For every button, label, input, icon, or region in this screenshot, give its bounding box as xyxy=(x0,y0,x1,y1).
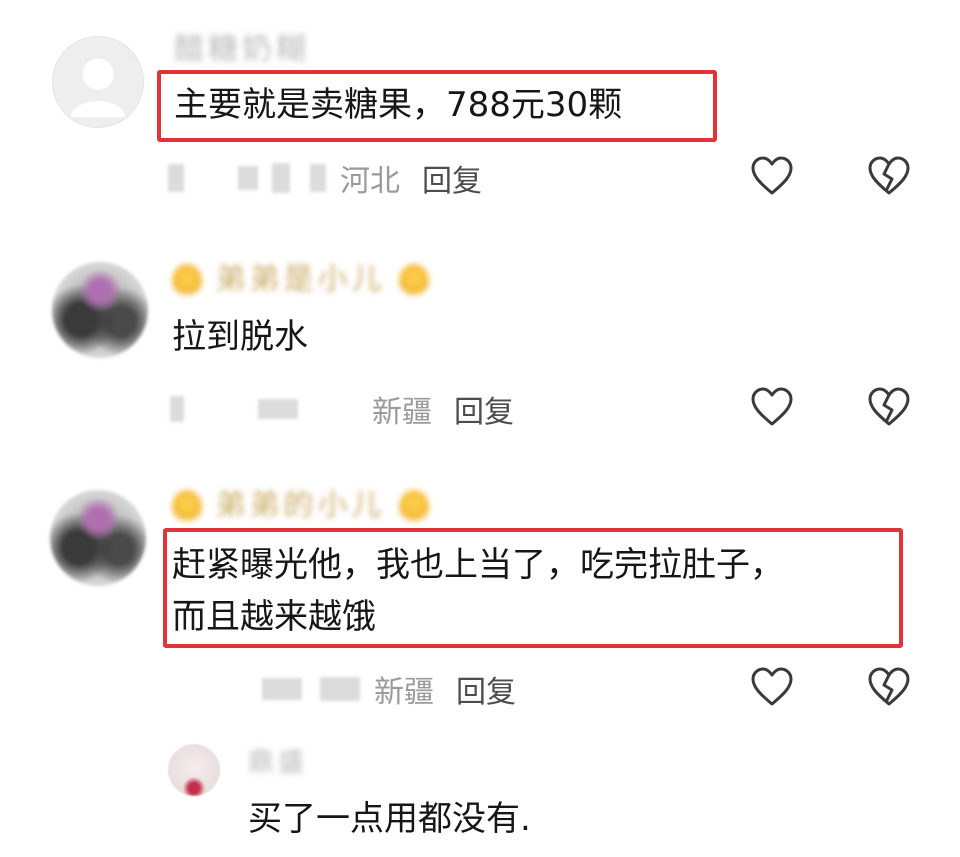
emoji-icon xyxy=(172,263,202,298)
blurred-timestamp xyxy=(310,164,326,192)
reply-button[interactable]: 回复 xyxy=(456,667,516,711)
blurred-timestamp xyxy=(258,399,298,419)
comment-item-3: 弟弟的小儿 赶紧曝光他，我也上当了，吃完拉肚子， 而且越来越饿 新疆 回复 xyxy=(0,470,960,730)
heart-outline-icon[interactable] xyxy=(750,666,794,710)
blurred-timestamp xyxy=(272,163,290,193)
broken-heart-icon[interactable] xyxy=(867,155,911,199)
comment-text: 主要就是卖糖果，788元30颗 xyxy=(174,85,623,125)
user-avatar[interactable] xyxy=(52,262,148,358)
comment-text: 拉到脱水 xyxy=(172,317,308,357)
comment-item-2: 弟弟是小儿 拉到脱水 新疆 回复 xyxy=(0,240,960,460)
comment-text: 买了一点用都没有. xyxy=(248,799,531,839)
broken-heart-icon[interactable] xyxy=(867,666,911,710)
person-icon xyxy=(70,58,126,118)
comment-meta: 新疆 回复 xyxy=(262,667,516,711)
comment-text-line-2: 而且越来越饿 xyxy=(172,597,376,637)
blurred-timestamp xyxy=(320,677,360,701)
heart-outline-icon[interactable] xyxy=(750,386,794,430)
blurred-timestamp xyxy=(168,164,184,192)
default-avatar[interactable] xyxy=(52,36,144,128)
blurred-timestamp xyxy=(170,396,184,422)
comment-text-line-1: 赶紧曝光他，我也上当了，吃完拉肚子， xyxy=(172,545,784,585)
user-avatar[interactable] xyxy=(168,744,220,796)
reply-button[interactable]: 回复 xyxy=(454,387,514,431)
blurred-timestamp xyxy=(262,678,302,700)
comment-meta: 新疆 回复 xyxy=(170,387,514,431)
emoji-icon xyxy=(172,489,202,524)
username[interactable]: 鼎盛 xyxy=(248,742,308,779)
username[interactable]: 弟弟是小儿 xyxy=(172,254,430,298)
location-label: 河北 xyxy=(340,164,400,199)
comment-meta: 河北 回复 xyxy=(168,156,482,200)
comment-item-4: 鼎盛 买了一点用都没有. xyxy=(0,740,960,857)
username-text: 弟弟的小儿 xyxy=(215,488,386,523)
location-label: 新疆 xyxy=(374,675,434,710)
reply-button[interactable]: 回复 xyxy=(422,156,482,200)
heart-outline-icon[interactable] xyxy=(750,155,794,199)
username[interactable]: 醋糖奶糊 xyxy=(174,24,310,68)
broken-heart-icon[interactable] xyxy=(867,386,911,430)
emoji-icon xyxy=(399,263,430,298)
username-text: 弟弟是小儿 xyxy=(215,262,386,297)
location-label: 新疆 xyxy=(372,395,432,430)
user-avatar[interactable] xyxy=(50,490,146,586)
blurred-timestamp xyxy=(238,166,258,190)
emoji-icon xyxy=(399,489,430,524)
username[interactable]: 弟弟的小儿 xyxy=(172,480,430,524)
comment-item-1: 醋糖奶糊 主要就是卖糖果，788元30颗 河北 回复 xyxy=(0,0,960,230)
